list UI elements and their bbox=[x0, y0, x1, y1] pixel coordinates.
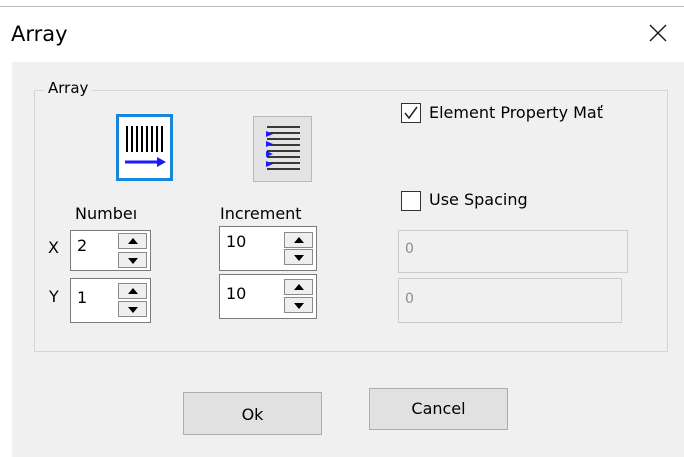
number-x-spinbox[interactable]: 2 bbox=[70, 230, 151, 271]
increment-y-spinbox[interactable]: 10 bbox=[219, 274, 317, 319]
arrow-up-icon bbox=[128, 238, 138, 244]
increment-x-up-button[interactable] bbox=[284, 232, 313, 248]
use-spacing-label[interactable]: Use Spacing bbox=[429, 190, 528, 210]
number-x-value: 2 bbox=[77, 236, 88, 255]
increment-x-down-button[interactable] bbox=[284, 249, 313, 265]
element-property-label[interactable]: Element Property Mať bbox=[429, 103, 626, 123]
number-header: Numbeı bbox=[75, 204, 138, 223]
ok-button[interactable]: Ok bbox=[183, 392, 322, 435]
increment-x-value: 10 bbox=[226, 232, 247, 251]
spacing-x-value: 0 bbox=[405, 241, 414, 257]
array-vertical-icon bbox=[125, 126, 166, 167]
increment-y-up-button[interactable] bbox=[284, 279, 313, 295]
checkmark-icon bbox=[404, 106, 418, 120]
arrow-down-icon bbox=[128, 307, 138, 313]
arrow-down-icon bbox=[294, 303, 304, 309]
window-title: Array bbox=[11, 22, 68, 46]
number-x-up-button[interactable] bbox=[118, 233, 147, 249]
increment-x-spinbox[interactable]: 10 bbox=[219, 226, 317, 271]
element-property-checkbox[interactable] bbox=[401, 103, 421, 123]
increment-y-down-button[interactable] bbox=[284, 297, 313, 313]
array-horizontal-icon bbox=[266, 126, 300, 170]
group-label: Array bbox=[44, 78, 93, 98]
arrow-down-icon bbox=[128, 258, 138, 264]
increment-header: Increment bbox=[220, 204, 302, 223]
spacing-y-value: 0 bbox=[405, 291, 414, 307]
cancel-button[interactable]: Cancel bbox=[369, 388, 508, 430]
arrow-up-icon bbox=[294, 237, 304, 243]
number-y-value: 1 bbox=[77, 288, 88, 307]
x-label: X bbox=[48, 238, 59, 257]
arrow-up-icon bbox=[128, 288, 138, 294]
array-horizontal-button[interactable] bbox=[253, 116, 312, 182]
dialog-body: Array Numbeı X Y 2 1 Increment 10 10 Ele… bbox=[12, 62, 684, 457]
spacing-y-field: 0 bbox=[398, 278, 622, 323]
close-icon[interactable] bbox=[648, 23, 668, 43]
top-divider bbox=[0, 6, 684, 7]
arrow-down-icon bbox=[294, 255, 304, 261]
number-y-down-button[interactable] bbox=[118, 301, 147, 317]
spacing-x-field: 0 bbox=[398, 230, 628, 273]
use-spacing-checkbox[interactable] bbox=[401, 191, 421, 211]
number-x-down-button[interactable] bbox=[118, 252, 147, 268]
title-bar: Array bbox=[0, 0, 684, 62]
arrow-up-icon bbox=[294, 284, 304, 290]
number-y-up-button[interactable] bbox=[118, 283, 147, 299]
increment-y-value: 10 bbox=[226, 284, 247, 303]
number-y-spinbox[interactable]: 1 bbox=[70, 278, 151, 323]
y-label: Y bbox=[49, 287, 59, 306]
array-vertical-button[interactable] bbox=[116, 114, 173, 181]
